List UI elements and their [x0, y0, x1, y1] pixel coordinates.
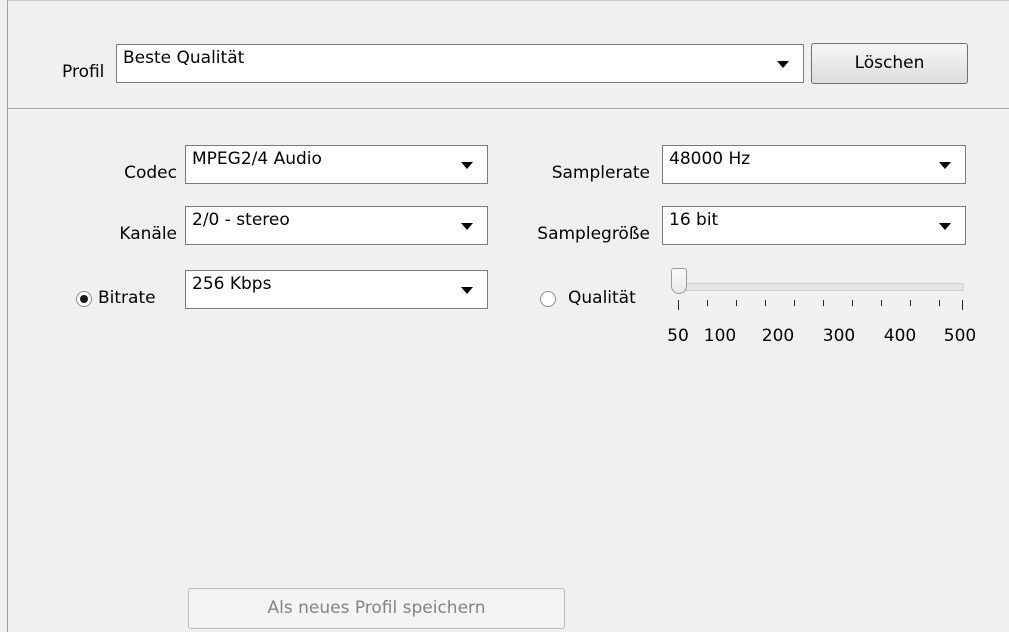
- slider-tick: [707, 300, 708, 306]
- slider-tick: [852, 300, 853, 306]
- chevron-down-icon: [461, 223, 473, 230]
- slider-tick: [765, 300, 766, 306]
- slider-tick: [962, 300, 963, 310]
- slider-tick: [939, 300, 940, 306]
- quality-label: Qualität: [568, 288, 636, 308]
- slider-tick: [823, 300, 824, 306]
- channels-select-value: 2/0 - stereo: [192, 210, 290, 230]
- bitrate-select-value: 256 Kbps: [192, 274, 272, 294]
- profile-label: Profil: [62, 62, 105, 82]
- slider-tick-label: 300: [822, 326, 856, 346]
- profile-select-value: Beste Qualität: [123, 48, 245, 68]
- bitrate-label: Bitrate: [98, 288, 156, 308]
- samplerate-select-value: 48000 Hz: [669, 149, 751, 169]
- bitrate-select[interactable]: 256 Kbps: [185, 270, 488, 309]
- chevron-down-icon: [777, 61, 789, 68]
- slider-tick: [910, 300, 911, 306]
- save-as-new-profile-button[interactable]: Als neues Profil speichern: [188, 588, 565, 629]
- slider-tick-label: 100: [703, 326, 737, 346]
- settings-panel: [7, 0, 1009, 632]
- delete-profile-button[interactable]: Löschen: [811, 43, 968, 84]
- samplesize-label: Samplegröße: [537, 224, 650, 244]
- codec-label: Codec: [124, 163, 177, 183]
- slider-tick: [794, 300, 795, 306]
- quality-radio[interactable]: [540, 291, 556, 307]
- codec-select[interactable]: MPEG2/4 Audio: [185, 145, 488, 184]
- slider-tick: [678, 300, 679, 310]
- slider-tick: [881, 300, 882, 306]
- codec-select-value: MPEG2/4 Audio: [192, 149, 322, 169]
- section-divider: [8, 108, 1009, 110]
- slider-tick: [736, 300, 737, 306]
- profile-select[interactable]: Beste Qualität: [116, 44, 804, 83]
- quality-slider-track[interactable]: [672, 283, 964, 291]
- samplerate-select[interactable]: 48000 Hz: [662, 145, 966, 184]
- slider-tick-label: 400: [883, 326, 917, 346]
- chevron-down-icon: [461, 287, 473, 294]
- samplesize-select-value: 16 bit: [669, 210, 719, 230]
- chevron-down-icon: [939, 223, 951, 230]
- samplerate-label: Samplerate: [551, 163, 650, 183]
- channels-select[interactable]: 2/0 - stereo: [185, 206, 488, 245]
- slider-tick-label: 500: [943, 326, 977, 346]
- chevron-down-icon: [461, 162, 473, 169]
- chevron-down-icon: [939, 162, 951, 169]
- quality-slider-thumb[interactable]: [671, 268, 687, 294]
- channels-label: Kanäle: [119, 224, 177, 244]
- radio-selected-dot: [80, 295, 88, 303]
- samplesize-select[interactable]: 16 bit: [662, 206, 966, 245]
- bitrate-radio[interactable]: [76, 291, 92, 307]
- slider-tick-label: 200: [761, 326, 795, 346]
